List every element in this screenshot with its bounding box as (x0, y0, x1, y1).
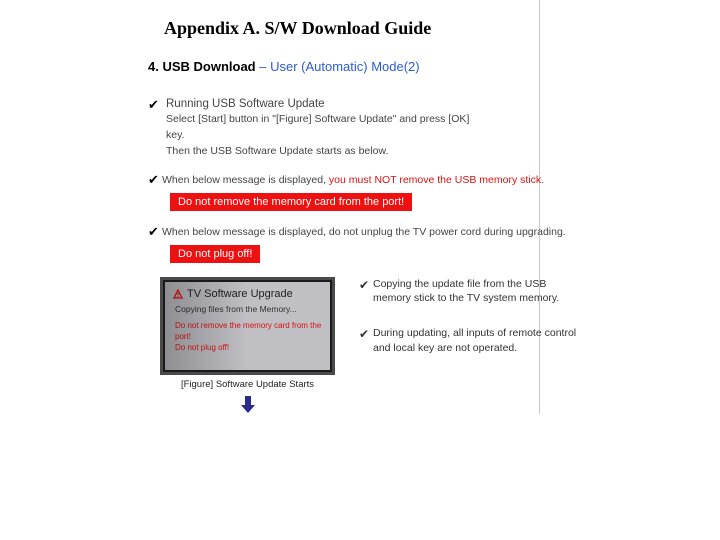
section-number: 4. USB Download (148, 59, 256, 74)
figure-frame: TV Software Upgrade Copying files from t… (160, 277, 335, 375)
figure-screen: TV Software Upgrade Copying files from t… (165, 282, 330, 370)
bullet-do-not-remove: ✔ When below message is displayed, you m… (148, 173, 680, 211)
lower-row: TV Software Upgrade Copying files from t… (160, 277, 680, 414)
arrow-down-icon (239, 396, 257, 414)
warning-box: Do not remove the memory card from the p… (170, 193, 412, 211)
bullet-body: When below message is displayed, you mus… (162, 173, 680, 189)
figure-head: TV Software Upgrade (165, 282, 330, 304)
warning-triangle-icon (173, 289, 183, 299)
warning-text: you must NOT remove the USB memory stick… (329, 174, 544, 186)
figure-title: TV Software Upgrade (187, 288, 293, 300)
figure-warning-1: Do not remove the memory card from the p… (165, 320, 330, 342)
bullet-body: Select [Start] button in "[Figure] Softw… (166, 112, 680, 159)
appendix-title: Appendix A. S/W Download Guide (164, 18, 680, 39)
section-heading: 4. USB Download – User (Automatic) Mode(… (148, 59, 680, 74)
figure-subtitle: Copying files from the Memory... (165, 304, 330, 320)
side-note-text: During updating, all inputs of remote co… (373, 327, 576, 354)
side-note: ✔ During updating, all inputs of remote … (359, 326, 584, 355)
check-icon: ✔ (359, 277, 369, 294)
bullet-do-not-unplug: ✔ When below message is displayed, do no… (148, 225, 680, 263)
check-icon: ✔ (148, 225, 159, 238)
bullet-running-update: ✔ Running USB Software Update Select [St… (148, 98, 680, 159)
bullet-body: When below message is displayed, do not … (162, 225, 680, 241)
figure: TV Software Upgrade Copying files from t… (160, 277, 335, 414)
figure-caption: [Figure] Software Update Starts (160, 379, 335, 390)
check-icon: ✔ (148, 173, 159, 186)
bullet-title: Running USB Software Update (166, 98, 680, 110)
side-note: ✔ Copying the update file from the USB m… (359, 277, 584, 306)
side-note-text: Copying the update file from the USB mem… (373, 278, 559, 305)
section-subtitle: – User (Automatic) Mode(2) (256, 59, 420, 74)
check-icon: ✔ (148, 98, 159, 111)
side-notes: ✔ Copying the update file from the USB m… (359, 277, 584, 376)
figure-warning-2: Do not plug off! (165, 342, 330, 353)
warning-box: Do not plug off! (170, 245, 260, 263)
check-icon: ✔ (359, 326, 369, 343)
